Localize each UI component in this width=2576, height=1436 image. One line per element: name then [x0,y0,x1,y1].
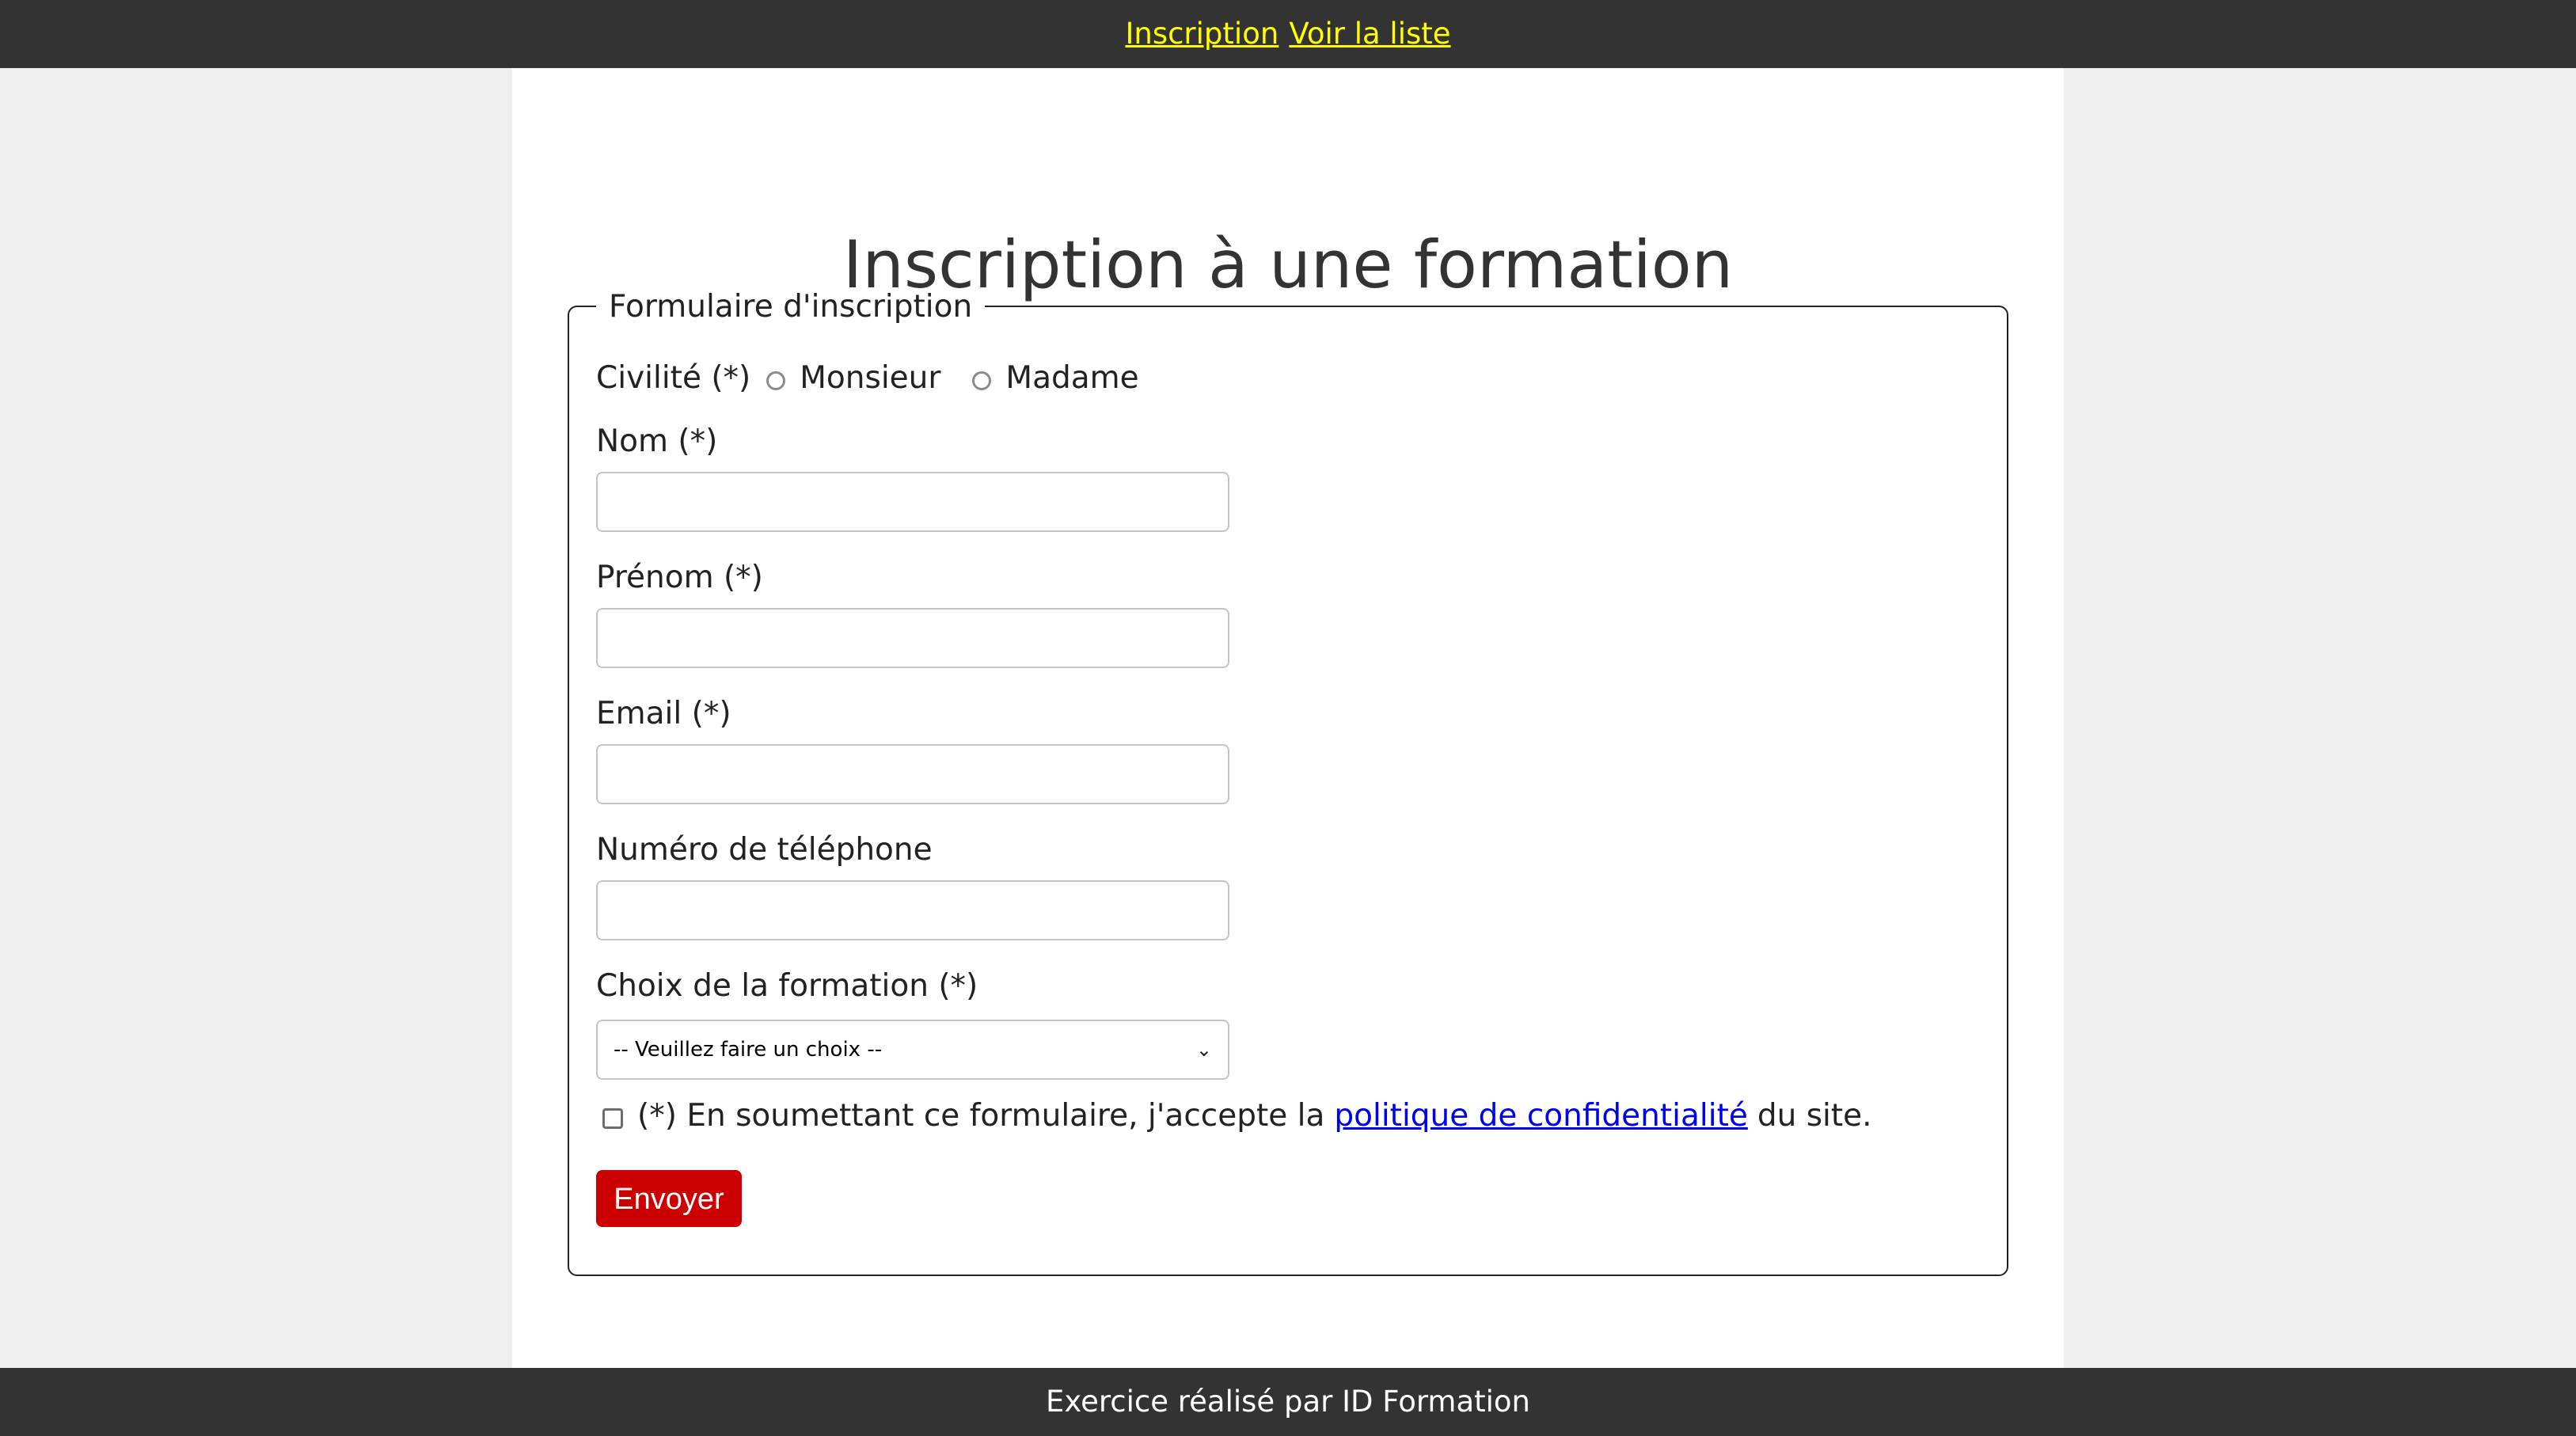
telephone-input[interactable] [596,880,1229,940]
privacy-policy-link[interactable]: politique de confidentialité [1334,1092,1747,1140]
consent-text-after: du site. [1757,1098,1872,1134]
nav-link-inscription[interactable]: Inscription [1125,17,1279,51]
civilite-row: Civilité (*) Monsieur Madame [596,355,1155,402]
fieldset-legend: Formulaire d'inscription [596,288,986,326]
prenom-input[interactable] [596,608,1229,668]
main-content: Inscription à une formation Formulaire d… [512,68,2064,1368]
civilite-label: Civilité (*) [596,360,751,396]
radio-madame-label[interactable]: Madame [1005,355,1138,402]
top-navigation: Inscription Voir la liste [0,0,2576,68]
consent-checkbox[interactable] [602,1108,623,1129]
chevron-down-icon: ⌄ [1195,1039,1212,1061]
footer: Exercice réalisé par ID Formation [0,1368,2576,1436]
email-label: Email (*) [596,696,731,731]
prenom-label: Prénom (*) [596,560,763,595]
footer-text: Exercice réalisé par ID Formation [1045,1385,1531,1419]
formation-select[interactable]: -- Veuillez faire un choix -- ⌄ [596,1020,1229,1080]
email-input[interactable] [596,744,1229,804]
nom-label: Nom (*) [596,424,718,459]
consent-text-before: (*) En soumettant ce formulaire, j'accep… [637,1098,1325,1134]
formation-label: Choix de la formation (*) [596,968,978,1004]
formation-select-value: -- Veuillez faire un choix -- [614,1038,883,1062]
radio-monsieur[interactable] [766,371,786,390]
radio-monsieur-label[interactable]: Monsieur [800,355,940,402]
registration-fieldset: Formulaire d'inscription Civilité (*) Mo… [568,288,2008,1276]
radio-madame[interactable] [972,371,992,390]
submit-button[interactable]: Envoyer [596,1170,742,1227]
nom-input[interactable] [596,472,1229,532]
consent-row: (*) En soumettant ce formulaire, j'accep… [596,1092,1872,1140]
nav-link-voir-liste[interactable]: Voir la liste [1289,17,1450,51]
telephone-label: Numéro de téléphone [596,832,933,868]
